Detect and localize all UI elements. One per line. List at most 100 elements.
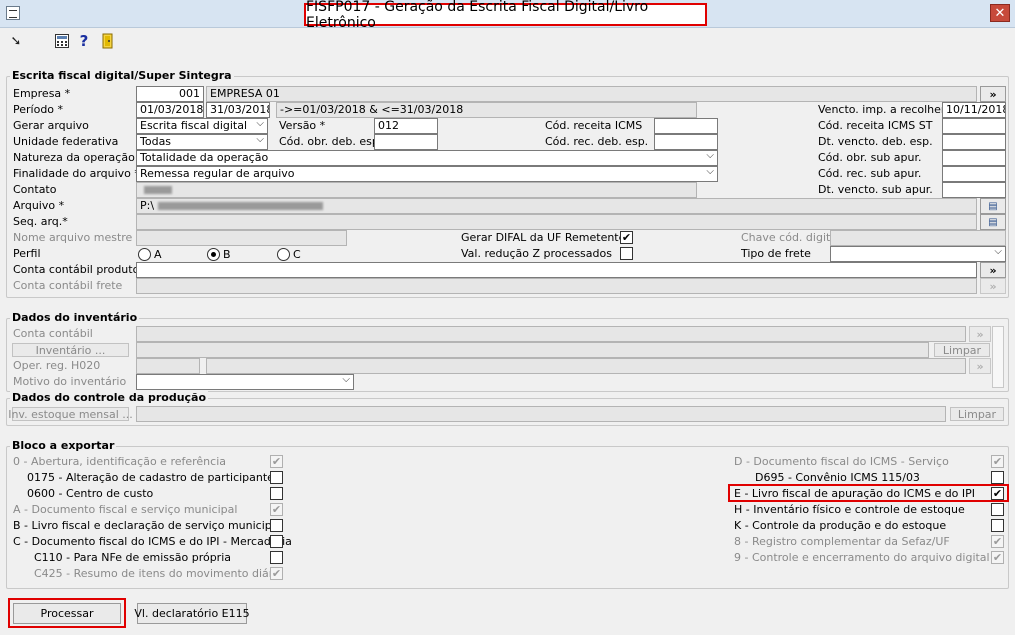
motivo-select[interactable] xyxy=(136,374,354,390)
periodo-label: Período * xyxy=(13,103,64,116)
nome-mestre-label: Nome arquivo mestre xyxy=(13,231,133,244)
inv-conta-more-button[interactable]: » xyxy=(969,326,991,342)
tipo-frete-label: Tipo de frete xyxy=(741,247,811,260)
bloco-9-label: 9 - Controle e encerramento do arquivo d… xyxy=(734,551,990,564)
perfil-a-radio[interactable] xyxy=(138,248,151,261)
periodo-from-input[interactable]: 01/03/2018 xyxy=(136,102,204,118)
vencto-label: Vencto. imp. a recolher * xyxy=(818,103,955,116)
gerar-arquivo-select[interactable]: Escrita fiscal digital xyxy=(136,118,268,134)
arquivo-browse-icon[interactable]: ▤ xyxy=(980,198,1006,214)
gerar-difal-checkbox[interactable]: ✔ xyxy=(620,231,633,244)
bloco-a-checkbox[interactable]: ✔ xyxy=(270,503,283,516)
cod-obr-sub-input[interactable] xyxy=(942,150,1006,166)
arquivo-field[interactable]: P:\ xyxy=(136,198,977,214)
bloco-e-checkbox[interactable]: ✔ xyxy=(991,487,1004,500)
seq-arq-label: Seq. arq.* xyxy=(13,215,68,228)
perfil-c-radio[interactable] xyxy=(277,248,290,261)
gerar-arquivo-label: Gerar arquivo xyxy=(13,119,89,132)
empresa-more-button[interactable]: » xyxy=(980,86,1006,102)
seq-arq-browse-icon[interactable]: ▤ xyxy=(980,214,1006,230)
bloco-c-checkbox[interactable] xyxy=(270,535,283,548)
bloco-e-label: E - Livro fiscal de apuração do ICMS e d… xyxy=(734,487,976,500)
dt-vencto-sub-input[interactable] xyxy=(942,182,1006,198)
bloco-8-checkbox[interactable]: ✔ xyxy=(991,535,1004,548)
oper-h020-code-field xyxy=(136,358,200,374)
val-reducao-checkbox[interactable] xyxy=(620,247,633,260)
arquivo-label: Arquivo * xyxy=(13,199,65,212)
bloco-k-checkbox[interactable] xyxy=(991,519,1004,532)
dt-vencto-deb-label: Dt. vencto. deb. esp. xyxy=(818,135,933,148)
bloco-0-label: 0 - Abertura, identificação e referência xyxy=(13,455,226,468)
cod-receita-st-label: Cód. receita ICMS ST xyxy=(818,119,933,132)
section-title-inventario: Dados do inventário xyxy=(10,311,140,324)
chave-cod-field xyxy=(830,230,1006,246)
conta-produto-input[interactable] xyxy=(136,262,977,278)
periodo-to-input[interactable]: 31/03/2018 xyxy=(206,102,270,118)
bloco-d695-checkbox[interactable] xyxy=(991,471,1004,484)
section-title-escrita: Escrita fiscal digital/Super Sintegra xyxy=(10,69,234,82)
natureza-label: Natureza da operação * xyxy=(13,151,144,164)
vl-declaratorio-button[interactable]: Vl. declaratório E115 xyxy=(134,603,250,624)
nome-mestre-field xyxy=(136,230,347,246)
bloco-b-checkbox[interactable] xyxy=(270,519,283,532)
conta-frete-field xyxy=(136,278,977,294)
section-title-producao: Dados do controle da produção xyxy=(10,391,209,404)
perfil-b-label: B xyxy=(223,248,231,261)
cod-rec-deb-input[interactable] xyxy=(654,134,718,150)
export-icon[interactable]: ➘ xyxy=(8,33,24,49)
bloco-h-checkbox[interactable] xyxy=(991,503,1004,516)
cod-obr-deb-input[interactable] xyxy=(374,134,438,150)
cod-rec-sub-label: Cód. rec. sub apur. xyxy=(818,167,922,180)
cod-receita-icms-label: Cód. receita ICMS xyxy=(545,119,643,132)
dt-vencto-sub-label: Dt. vencto. sub apur. xyxy=(818,183,933,196)
conta-frete-more-button[interactable]: » xyxy=(980,278,1006,294)
oper-h020-more-button[interactable]: » xyxy=(969,358,991,374)
bloco-0600-checkbox[interactable] xyxy=(270,487,283,500)
processar-button[interactable]: Processar xyxy=(13,603,121,624)
seq-arq-field xyxy=(136,214,977,230)
inventario-button[interactable]: Inventário ... xyxy=(12,343,129,357)
dt-vencto-deb-input[interactable] xyxy=(942,134,1006,150)
inventario-limpar-button[interactable]: Limpar xyxy=(934,343,990,357)
bloco-d-checkbox[interactable]: ✔ xyxy=(991,455,1004,468)
cod-rec-sub-input[interactable] xyxy=(942,166,1006,182)
bloco-d695-label: D695 - Convênio ICMS 115/03 xyxy=(755,471,920,484)
bloco-0-checkbox[interactable]: ✔ xyxy=(270,455,283,468)
bloco-c425-checkbox[interactable]: ✔ xyxy=(270,567,283,580)
window-title: FISFP017 - Geração da Escrita Fiscal Dig… xyxy=(304,0,707,31)
inventario-scrollbar[interactable] xyxy=(992,326,1004,388)
perfil-b-radio[interactable] xyxy=(207,248,220,261)
toolbar xyxy=(0,29,1015,55)
perfil-a-label: A xyxy=(154,248,162,261)
exit-door-icon[interactable] xyxy=(100,33,116,49)
conta-produto-more-button[interactable]: » xyxy=(980,262,1006,278)
vencto-input[interactable]: 10/11/2018 xyxy=(942,102,1006,118)
cod-receita-icms-input[interactable] xyxy=(654,118,718,134)
bloco-c-label: C - Documento fiscal do ICMS e do IPI - … xyxy=(13,535,292,548)
empresa-label: Empresa * xyxy=(13,87,71,100)
gerar-difal-label: Gerar DIFAL da UF Remetente xyxy=(461,231,626,244)
bloco-c425-label: C425 - Resumo de itens do movimento diár… xyxy=(34,567,284,580)
close-icon[interactable]: ✕ xyxy=(990,4,1010,22)
conta-frete-label: Conta contábil frete xyxy=(13,279,123,292)
bloco-c110-checkbox[interactable] xyxy=(270,551,283,564)
bloco-9-checkbox[interactable]: ✔ xyxy=(991,551,1004,564)
bloco-0175-checkbox[interactable] xyxy=(270,471,283,484)
contato-field xyxy=(136,182,697,198)
finalidade-select[interactable]: Remessa regular de arquivo xyxy=(136,166,718,182)
cod-receita-st-input[interactable] xyxy=(942,118,1006,134)
empresa-code-input[interactable]: 001 xyxy=(136,86,204,102)
motivo-label: Motivo do inventário xyxy=(13,375,127,388)
calculator-icon[interactable] xyxy=(54,33,70,49)
natureza-select[interactable]: Totalidade da operação xyxy=(136,150,718,166)
producao-limpar-button[interactable]: Limpar xyxy=(950,407,1004,421)
uf-select[interactable]: Todas xyxy=(136,134,268,150)
help-icon[interactable]: ? xyxy=(76,32,92,50)
chave-cod-label: Chave cód. digital xyxy=(741,231,841,244)
versao-input[interactable]: 012 xyxy=(374,118,438,134)
inv-estoque-button[interactable]: Inv. estoque mensal ... xyxy=(8,407,133,421)
perfil-label: Perfil xyxy=(13,247,41,260)
arquivo-path: P:\ xyxy=(140,199,155,212)
inventario-field xyxy=(136,342,929,358)
tipo-frete-select[interactable] xyxy=(830,246,1006,262)
